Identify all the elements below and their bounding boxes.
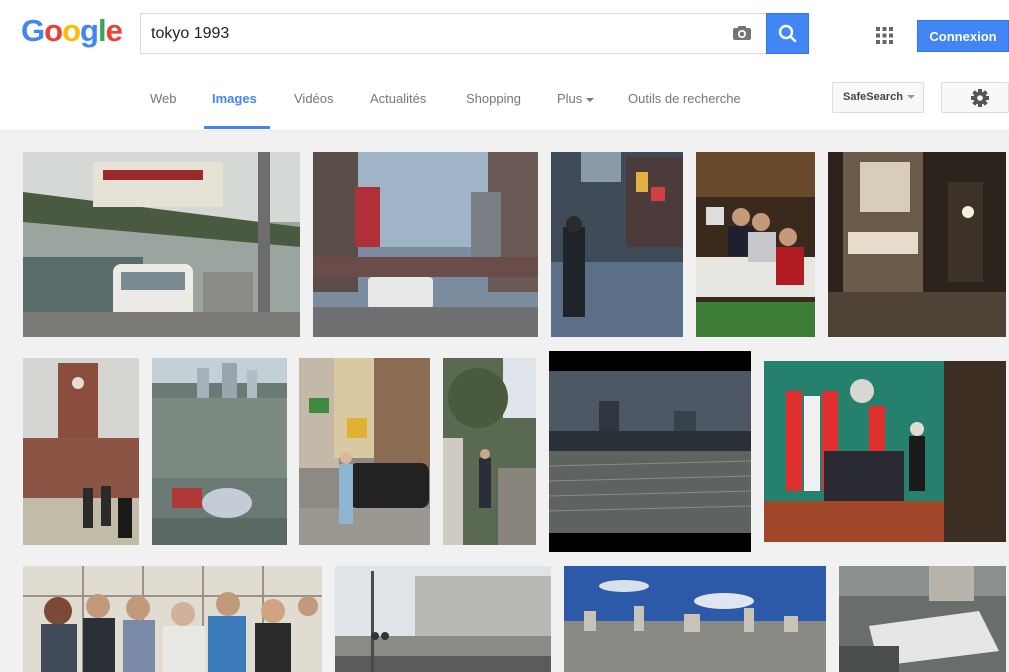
logo-letter: o xyxy=(62,13,81,48)
result-thumbnail xyxy=(335,566,551,672)
result-thumbnail xyxy=(299,358,430,545)
search-box xyxy=(140,13,766,54)
image-result[interactable] xyxy=(23,152,300,337)
camera-icon[interactable] xyxy=(732,25,752,41)
image-result[interactable] xyxy=(828,152,1006,337)
safesearch-dropdown[interactable]: SafeSearch xyxy=(832,82,924,113)
safesearch-label: SafeSearch xyxy=(843,91,903,103)
chevron-down-icon xyxy=(586,97,595,102)
tab-more[interactable]: Plus xyxy=(557,91,595,106)
logo-letter: e xyxy=(105,13,123,48)
active-tab-indicator xyxy=(204,126,270,129)
tab-shopping[interactable]: Shopping xyxy=(466,91,521,106)
result-thumbnail xyxy=(839,566,1006,672)
google-logo[interactable]: Google xyxy=(21,13,123,49)
result-thumbnail xyxy=(23,358,139,545)
image-result[interactable] xyxy=(299,358,430,545)
search-button[interactable] xyxy=(766,13,809,54)
tab-more-label: Plus xyxy=(557,91,583,106)
apps-grid-icon[interactable] xyxy=(876,27,893,44)
search-icon xyxy=(778,24,797,43)
result-thumbnail xyxy=(23,566,322,672)
image-result[interactable] xyxy=(564,566,826,672)
image-result[interactable] xyxy=(696,152,815,337)
result-thumbnail xyxy=(549,351,751,552)
search-input[interactable] xyxy=(151,14,711,53)
chevron-down-icon xyxy=(906,95,915,100)
image-result[interactable] xyxy=(23,358,139,545)
image-result[interactable] xyxy=(839,566,1006,672)
settings-button[interactable] xyxy=(941,82,1009,113)
gear-icon xyxy=(971,89,989,107)
result-thumbnail xyxy=(696,152,815,337)
result-thumbnail xyxy=(152,358,287,545)
result-thumbnail xyxy=(443,358,536,545)
result-thumbnail xyxy=(828,152,1006,337)
logo-letter: l xyxy=(97,13,107,48)
image-result[interactable] xyxy=(764,361,1006,542)
tab-images[interactable]: Images xyxy=(212,91,257,106)
image-result[interactable] xyxy=(443,358,536,545)
result-thumbnail xyxy=(764,361,1006,542)
result-thumbnail xyxy=(551,152,683,337)
result-thumbnail xyxy=(564,566,826,672)
image-result[interactable] xyxy=(23,566,322,672)
image-result[interactable] xyxy=(152,358,287,545)
signin-button[interactable]: Connexion xyxy=(917,20,1009,52)
tab-search-tools[interactable]: Outils de recherche xyxy=(628,91,741,106)
top-bar: Google tokyo 1993 Connexion xyxy=(0,0,1009,68)
image-result[interactable] xyxy=(549,351,751,552)
logo-letter: G xyxy=(21,13,45,48)
google-images-page: Google tokyo 1993 Connexion Web Images V… xyxy=(0,0,1009,672)
result-thumbnail xyxy=(23,152,300,337)
tab-videos[interactable]: Vidéos xyxy=(294,91,334,106)
image-result[interactable] xyxy=(313,152,538,337)
image-result[interactable] xyxy=(335,566,551,672)
image-result[interactable] xyxy=(551,152,683,337)
result-thumbnail xyxy=(313,152,538,337)
logo-letter: g xyxy=(80,13,99,48)
tab-web[interactable]: Web xyxy=(150,91,177,106)
tab-news[interactable]: Actualités xyxy=(370,91,426,106)
logo-letter: o xyxy=(44,13,63,48)
